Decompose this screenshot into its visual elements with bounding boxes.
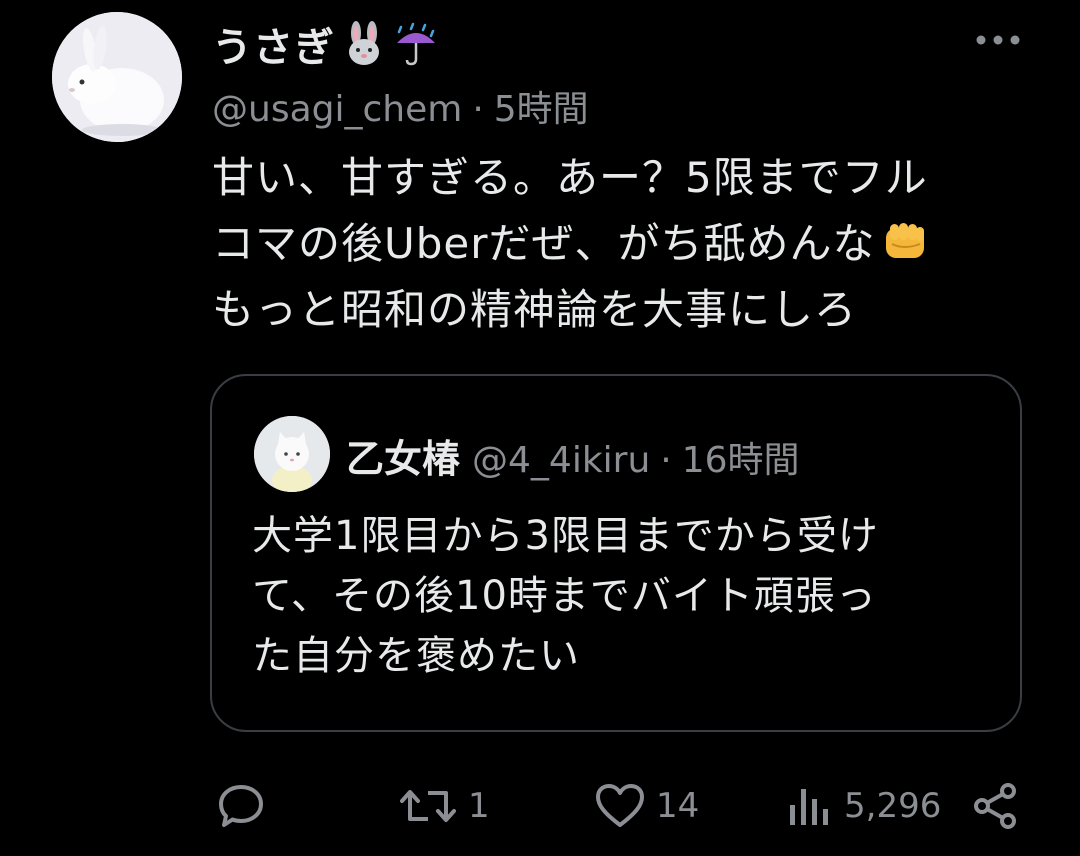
retweet-button[interactable]: 1 <box>398 776 490 836</box>
post-text-line: コマの後Uberだぜ、がち舐めんな <box>212 219 876 268</box>
author-handle[interactable]: @usagi_chem <box>212 89 462 130</box>
retweet-icon <box>400 790 456 822</box>
post-action-bar: 1 14 5,296 <box>210 776 1030 836</box>
umbrella-rain-emoji-icon <box>393 21 439 67</box>
views-count: 5,296 <box>844 786 942 826</box>
quoted-author-avatar <box>254 416 330 492</box>
cat-avatar-image <box>254 416 330 492</box>
author-avatar[interactable] <box>52 12 182 142</box>
share-icon <box>974 783 1016 829</box>
more-dots-icon <box>976 35 1020 45</box>
post-timestamp[interactable]: 5時間 <box>494 89 589 130</box>
display-name-row: うさぎ <box>212 16 439 72</box>
quoted-post-text: 大学1限目から3限目までから受け て、その後10時までバイト頑張っ た自分を褒め… <box>252 506 992 686</box>
post-text: 甘い、甘すぎる。あー？5限までフル コマの後Uberだぜ、がち舐めんな もっと昭… <box>212 145 1032 343</box>
share-button[interactable] <box>970 776 1020 836</box>
post-text-line: もっと昭和の精神論を大事にしろ <box>212 285 858 334</box>
quoted-text-line: て、その後10時までバイト頑張っ <box>252 573 877 619</box>
quoted-post-card[interactable]: 乙女椿 @4_4ikiru · 16時間 大学1限目から3限目までから受け て、… <box>210 374 1022 732</box>
meta-separator: · <box>472 89 484 130</box>
like-button[interactable]: 14 <box>594 776 699 836</box>
author-display-name[interactable]: うさぎ <box>212 15 335 73</box>
quoted-text-line: た自分を褒めたい <box>252 633 580 679</box>
heart-icon <box>596 784 644 827</box>
quoted-text-line: 大学1限目から3限目までから受け <box>252 513 879 559</box>
reply-icon <box>219 785 263 827</box>
quoted-author-handle: @4_4ikiru <box>472 440 651 481</box>
more-options-button[interactable] <box>960 12 1036 68</box>
like-count: 14 <box>656 786 700 826</box>
quoted-post-timestamp: 16時間 <box>681 440 800 481</box>
quoted-meta-separator: · <box>660 440 672 481</box>
post-text-line-with-emoji: コマの後Uberだぜ、がち舐めんな <box>212 211 1032 277</box>
views-button[interactable]: 5,296 <box>784 776 941 836</box>
quoted-author-display-name: 乙女椿 <box>346 437 461 481</box>
reply-button[interactable] <box>216 776 276 836</box>
rabbit-face-emoji-icon <box>341 21 387 67</box>
author-meta: @usagi_chem · 5時間 <box>212 80 589 132</box>
post-header: うさぎ @usagi_chem · 5時間 <box>212 6 1012 130</box>
views-icon <box>790 789 828 825</box>
tweet: うさぎ @usagi_chem · 5時間 甘い、甘すぎる。あー？5限までフル … <box>0 0 1080 856</box>
rabbit-avatar-image <box>52 12 182 142</box>
quoted-post-header: 乙女椿 @4_4ikiru · 16時間 <box>346 428 800 483</box>
retweet-count: 1 <box>468 786 490 826</box>
oncoming-fist-emoji-icon <box>880 216 930 266</box>
post-text-line: 甘い、甘すぎる。あー？5限までフル <box>212 153 928 202</box>
